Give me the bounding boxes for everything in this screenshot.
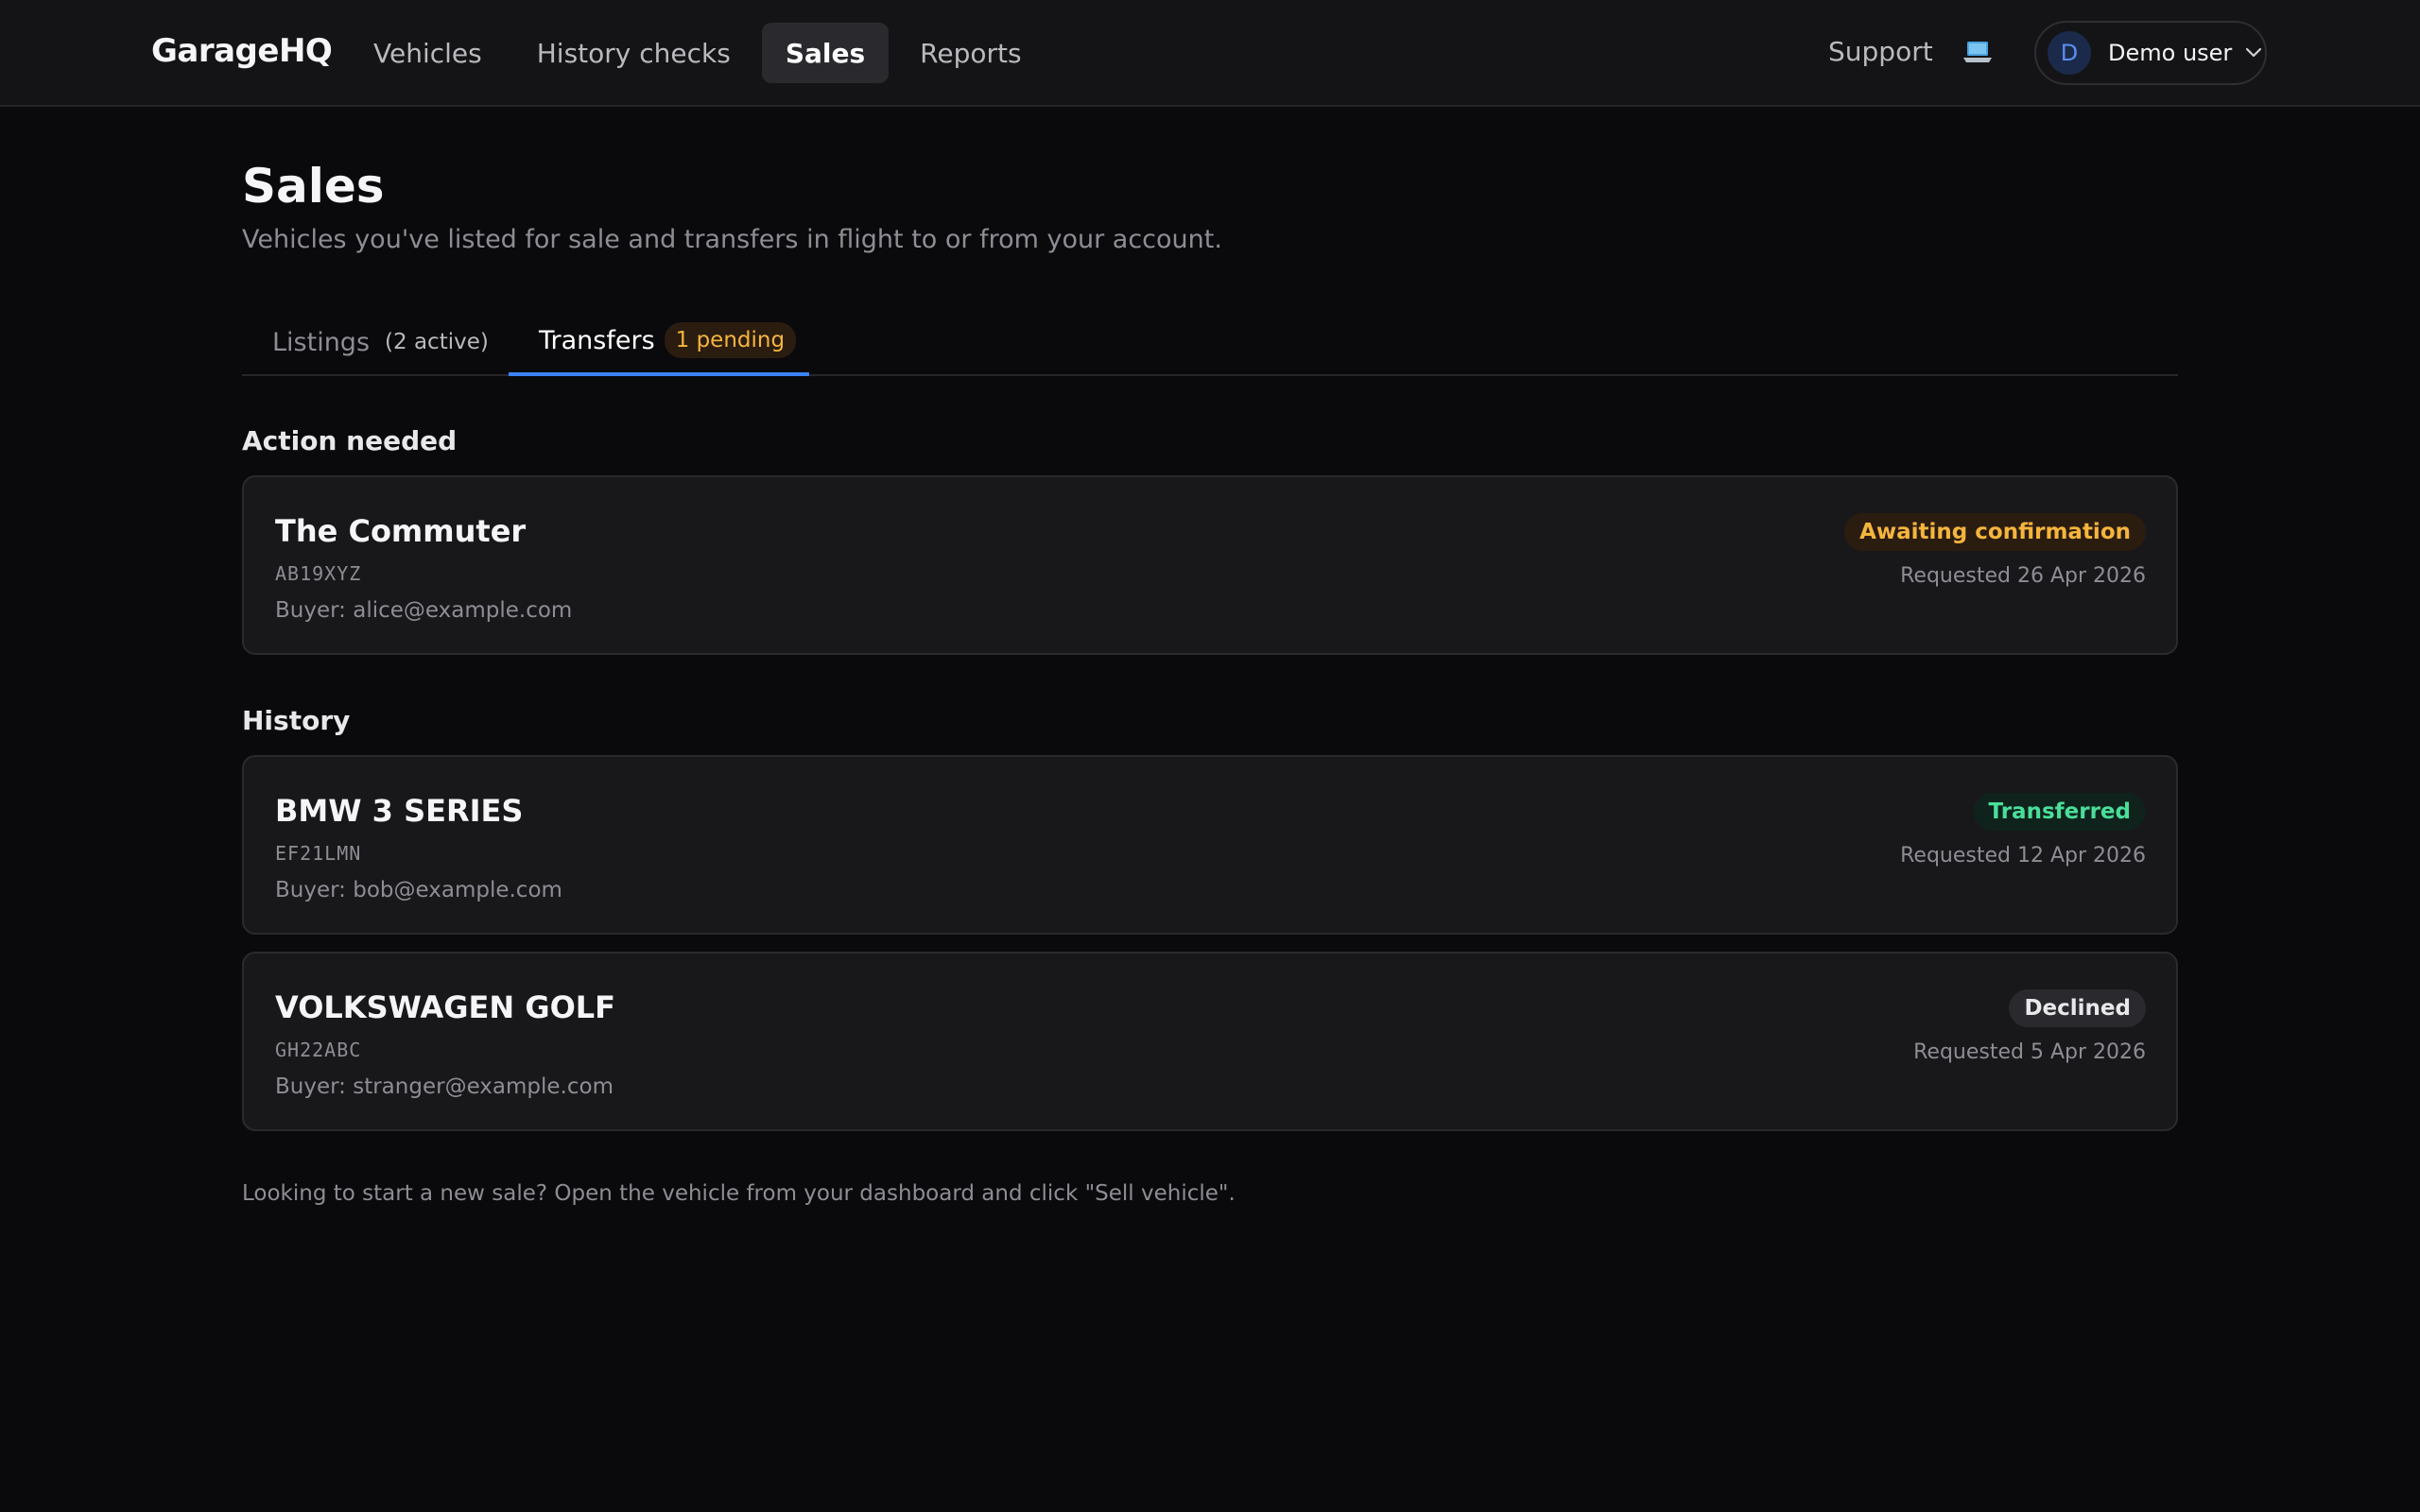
transfer-card[interactable]: The Commuter AB19XYZ Buyer: alice@exampl… [242, 475, 2178, 655]
tab-listings-count: (2 active) [385, 330, 489, 354]
new-sale-hint: Looking to start a new sale? Open the ve… [242, 1181, 1236, 1206]
status-badge: Declined [2009, 989, 2146, 1027]
top-navigation-bar: GarageHQ Vehicles History checks Sales R… [0, 0, 2420, 107]
nav-item-history-checks[interactable]: History checks [513, 23, 754, 83]
main-nav: Vehicles History checks Sales Reports [350, 23, 1046, 83]
transfer-card[interactable]: BMW 3 SERIES EF21LMN Buyer: bob@example.… [242, 755, 2178, 935]
buyer-email: Buyer: stranger@example.com [275, 1074, 614, 1099]
pending-count-badge: 1 pending [664, 322, 797, 358]
section-heading-action-needed: Action needed [242, 425, 458, 456]
vehicle-name: BMW 3 SERIES [275, 793, 524, 829]
sales-tabs: Listings (2 active) Transfers 1 pending [242, 308, 2178, 376]
vehicle-registration: AB19XYZ [275, 562, 362, 585]
buyer-email: Buyer: bob@example.com [275, 878, 562, 902]
avatar: D [2048, 31, 2091, 75]
status-badge: Awaiting confirmation [1844, 513, 2146, 551]
brand-logo[interactable]: GarageHQ [151, 32, 333, 70]
status-badge: Transferred [1973, 793, 2146, 831]
nav-item-sales[interactable]: Sales [761, 23, 890, 83]
vehicle-registration: GH22ABC [275, 1039, 362, 1061]
buyer-email: Buyer: alice@example.com [275, 598, 573, 623]
page-subtitle: Vehicles you've listed for sale and tran… [242, 225, 1222, 254]
page-title: Sales [242, 159, 385, 214]
tab-transfers-label: Transfers [539, 325, 655, 355]
user-name: Demo user [2108, 40, 2233, 66]
section-heading-history: History [242, 705, 351, 736]
nav-item-reports[interactable]: Reports [896, 23, 1045, 83]
requested-date: Requested 26 Apr 2026 [1900, 564, 2146, 588]
tab-transfers[interactable]: Transfers 1 pending [509, 308, 809, 376]
support-link[interactable]: Support [1828, 36, 1933, 67]
requested-date: Requested 12 Apr 2026 [1900, 844, 2146, 868]
tab-listings[interactable]: Listings (2 active) [242, 308, 509, 376]
vehicle-name: The Commuter [275, 513, 527, 549]
vehicle-name: VOLKSWAGEN GOLF [275, 989, 616, 1025]
vehicle-registration: EF21LMN [275, 842, 362, 865]
requested-date: Requested 5 Apr 2026 [1913, 1040, 2146, 1064]
user-menu-button[interactable]: D Demo user [2034, 21, 2267, 85]
tab-listings-label: Listings [272, 327, 371, 357]
chevron-down-icon [2246, 47, 2262, 58]
laptop-icon[interactable] [1962, 38, 1993, 66]
transfer-card[interactable]: VOLKSWAGEN GOLF GH22ABC Buyer: stranger@… [242, 952, 2178, 1131]
nav-item-vehicles[interactable]: Vehicles [350, 23, 506, 83]
